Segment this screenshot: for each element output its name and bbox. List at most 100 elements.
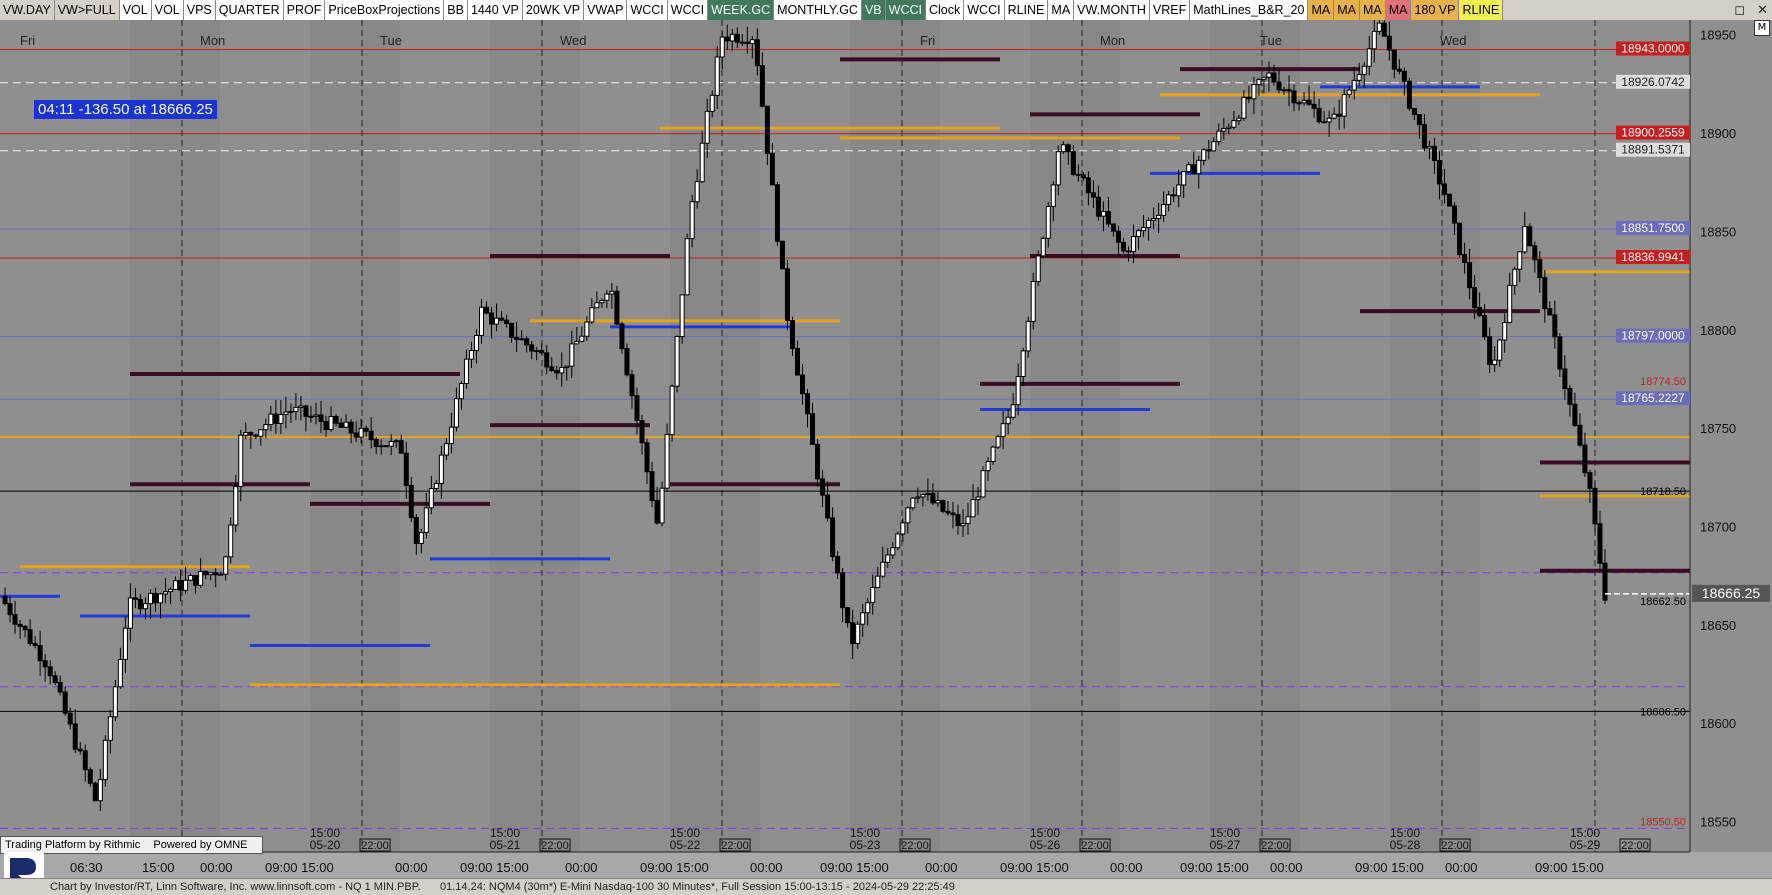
toolbar-item-15[interactable]: MONTHLY.GC [774, 0, 862, 20]
candle-body [639, 420, 645, 444]
candle-body [273, 413, 279, 424]
price-label: 18662.50 [1640, 596, 1686, 608]
toolbar-item-5[interactable]: QUARTER [215, 0, 284, 20]
toolbar-item-0[interactable]: VW.DAY [0, 0, 55, 20]
candle-body [1552, 314, 1558, 338]
status-right: 01.14,24: NQM4 (30m*) E-Mini Nasdaq-100 … [440, 881, 955, 893]
candle-body [774, 184, 780, 242]
toolbar-item-11[interactable]: VWAP [584, 0, 628, 20]
candle-body [67, 712, 73, 725]
day-label: Wed [1440, 33, 1467, 48]
time-tick-label: 00:00 [395, 860, 428, 875]
candle-body [193, 575, 199, 586]
toolbar-item-8[interactable]: BB [444, 0, 468, 20]
candle-body [729, 33, 735, 42]
toolbar-item-24[interactable]: MathLines_B&R_20 [1190, 0, 1309, 20]
candle-body [318, 414, 324, 423]
candle-body [719, 36, 725, 58]
candle-body [1351, 79, 1357, 91]
candle-body [1577, 424, 1583, 446]
candle-body [52, 675, 58, 684]
toolbar-item-1[interactable]: VW>FULL [54, 0, 120, 20]
toolbar-item-30[interactable]: RLINE [1459, 0, 1504, 20]
corner-label[interactable]: M [1754, 20, 1770, 36]
toolbar-item-20[interactable]: RLINE [1004, 0, 1049, 20]
toolbar-item-12[interactable]: WCCI [627, 0, 668, 20]
close-icon[interactable]: ✕ [1757, 3, 1768, 18]
candle-body [1356, 74, 1362, 81]
toolbar-item-3[interactable]: VOL [151, 0, 184, 20]
candle-body [629, 374, 635, 397]
candle-body [1482, 315, 1488, 338]
candle-body [1005, 416, 1011, 425]
candle-body [875, 575, 881, 588]
toolbar-item-23[interactable]: VREF [1149, 0, 1191, 20]
candle-body [564, 365, 570, 368]
time-tick-label: 09:00 15:00 [1180, 860, 1249, 875]
time-tick-label: 00:00 [1270, 860, 1303, 875]
toolbar-item-27[interactable]: MA [1359, 0, 1386, 20]
candle-body [649, 471, 655, 502]
candle-body [970, 499, 976, 518]
price-chart[interactable]: 18550 18600 18650 18700 18750 18800 18850 18900… [0, 20, 1772, 878]
candle-body [378, 445, 384, 448]
toolbar-item-14[interactable]: WEEK.GC [708, 0, 775, 20]
candle-body [945, 510, 951, 514]
candle-body [830, 517, 836, 558]
candle-body [303, 405, 309, 417]
restore-icon[interactable]: ◻ [1734, 3, 1745, 18]
candle-body [428, 487, 434, 509]
toolbar-item-10[interactable]: 20WK VP [522, 0, 585, 20]
toolbar-item-29[interactable]: 180 VP [1411, 0, 1460, 20]
candle-body [895, 533, 901, 549]
candle-body [1442, 183, 1447, 195]
candle-body [1025, 320, 1031, 352]
candle-body [17, 623, 23, 627]
time-tick-label: 09:00 15:00 [1000, 860, 1069, 875]
candle-body [1411, 107, 1417, 116]
toolbar-item-18[interactable]: Clock [925, 0, 965, 20]
candle-body [524, 338, 530, 346]
y-tick-label: 18900 [1700, 126, 1736, 141]
candle-body [112, 686, 118, 718]
candle-body [248, 431, 254, 436]
toolbar-item-7[interactable]: PriceBoxProjections [325, 0, 445, 20]
candle-body [880, 561, 886, 577]
toolbar-item-16[interactable]: VB [861, 0, 886, 20]
candle-body [825, 494, 831, 519]
toolbar-item-4[interactable]: VPS [183, 0, 216, 20]
candle-body [27, 629, 33, 644]
y-tick-label: 18800 [1700, 323, 1736, 338]
candle-body [1141, 226, 1147, 232]
candle-body [423, 507, 429, 534]
toolbar-item-13[interactable]: WCCI [667, 0, 709, 20]
candle-body [674, 336, 680, 387]
candle-body [1587, 472, 1593, 489]
candle-body [709, 94, 715, 112]
toolbar-item-28[interactable]: MA [1385, 0, 1412, 20]
candle-body [704, 110, 710, 144]
toolbar-item-17[interactable]: WCCI [885, 0, 926, 20]
candle-body [448, 426, 454, 445]
toolbar-item-22[interactable]: VW.MONTH [1074, 0, 1150, 20]
time-tick-label: 00:00 [565, 860, 598, 875]
toolbar-item-6[interactable]: PROF [283, 0, 326, 20]
candle-body [519, 338, 525, 341]
toolbar-item-19[interactable]: WCCI [964, 0, 1005, 20]
toolbar-item-9[interactable]: 1440 VP [467, 0, 523, 20]
toolbar-item-26[interactable]: MA [1334, 0, 1360, 20]
rithmic-label: Trading Platform by Rithmic [5, 839, 141, 851]
candle-body [1276, 81, 1282, 91]
candle-body [258, 429, 264, 437]
hour-marker-label: 22:00 [1441, 840, 1469, 852]
candle-body [925, 492, 931, 496]
candle-body [1206, 149, 1212, 152]
candle-body [1321, 121, 1327, 124]
candle-body [689, 201, 695, 240]
toolbar-item-2[interactable]: VOL [119, 0, 152, 20]
toolbar-item-21[interactable]: MA [1048, 0, 1075, 20]
toolbar-item-25[interactable]: MA [1308, 0, 1335, 20]
candle-body [1467, 262, 1473, 289]
time-tick-label: 09:00 15:00 [820, 860, 889, 875]
time-tick-label: 00:00 [200, 860, 233, 875]
